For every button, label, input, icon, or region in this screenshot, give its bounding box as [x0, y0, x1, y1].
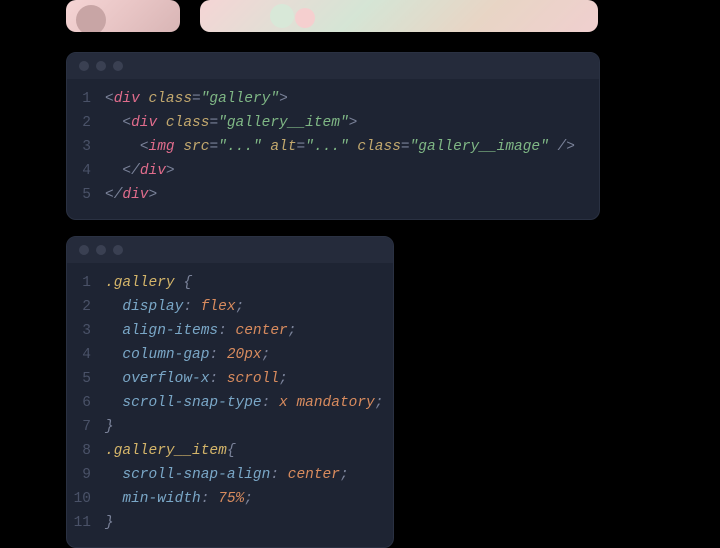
code-line[interactable]: 8.gallery__item{: [67, 439, 393, 463]
code-content: <img src="..." alt="..." class="gallery_…: [105, 135, 599, 159]
line-number: 3: [67, 135, 105, 159]
code-line[interactable]: 11}: [67, 511, 393, 535]
code-content: .gallery__item{: [105, 439, 393, 463]
line-number: 1: [67, 271, 105, 295]
code-line[interactable]: 3 <img src="..." alt="..." class="galler…: [67, 135, 599, 159]
code-line[interactable]: 1.gallery {: [67, 271, 393, 295]
window-titlebar: [67, 53, 599, 79]
code-content: <div class="gallery">: [105, 87, 599, 111]
html-code-body[interactable]: 1<div class="gallery">2 <div class="gall…: [67, 79, 599, 219]
code-line[interactable]: 7}: [67, 415, 393, 439]
window-titlebar: [67, 237, 393, 263]
code-line[interactable]: 5</div>: [67, 183, 599, 207]
traffic-light-minimize-icon[interactable]: [96, 245, 106, 255]
gallery-preview-strip: [0, 0, 720, 32]
line-number: 3: [67, 319, 105, 343]
line-number: 2: [67, 295, 105, 319]
line-number: 6: [67, 391, 105, 415]
code-line[interactable]: 2 <div class="gallery__item">: [67, 111, 599, 135]
code-line[interactable]: 6 scroll-snap-type: x mandatory;: [67, 391, 393, 415]
line-number: 8: [67, 439, 105, 463]
css-code-body[interactable]: 1.gallery {2 display: flex;3 align-items…: [67, 263, 393, 547]
line-number: 4: [67, 343, 105, 367]
code-content: min-width: 75%;: [105, 487, 393, 511]
code-line[interactable]: 3 align-items: center;: [67, 319, 393, 343]
code-line[interactable]: 2 display: flex;: [67, 295, 393, 319]
code-content: overflow-x: scroll;: [105, 367, 393, 391]
code-line[interactable]: 9 scroll-snap-align: center;: [67, 463, 393, 487]
code-line[interactable]: 10 min-width: 75%;: [67, 487, 393, 511]
code-line[interactable]: 4 </div>: [67, 159, 599, 183]
line-number: 11: [67, 511, 105, 535]
gallery-thumb-2[interactable]: [200, 0, 598, 32]
code-content: </div>: [105, 183, 599, 207]
traffic-light-minimize-icon[interactable]: [96, 61, 106, 71]
code-content: align-items: center;: [105, 319, 393, 343]
code-content: <div class="gallery__item">: [105, 111, 599, 135]
line-number: 5: [67, 183, 105, 207]
line-number: 9: [67, 463, 105, 487]
code-content: }: [105, 415, 393, 439]
traffic-light-zoom-icon[interactable]: [113, 245, 123, 255]
code-content: display: flex;: [105, 295, 393, 319]
traffic-light-close-icon[interactable]: [79, 61, 89, 71]
line-number: 10: [67, 487, 105, 511]
line-number: 1: [67, 87, 105, 111]
code-content: .gallery {: [105, 271, 393, 295]
code-content: scroll-snap-align: center;: [105, 463, 393, 487]
code-content: scroll-snap-type: x mandatory;: [105, 391, 393, 415]
code-line[interactable]: 1<div class="gallery">: [67, 87, 599, 111]
code-content: }: [105, 511, 393, 535]
html-code-window: 1<div class="gallery">2 <div class="gall…: [66, 52, 600, 220]
css-code-window: 1.gallery {2 display: flex;3 align-items…: [66, 236, 394, 548]
line-number: 2: [67, 111, 105, 135]
line-number: 5: [67, 367, 105, 391]
code-line[interactable]: 5 overflow-x: scroll;: [67, 367, 393, 391]
traffic-light-close-icon[interactable]: [79, 245, 89, 255]
code-line[interactable]: 4 column-gap: 20px;: [67, 343, 393, 367]
line-number: 7: [67, 415, 105, 439]
code-content: </div>: [105, 159, 599, 183]
line-number: 4: [67, 159, 105, 183]
code-content: column-gap: 20px;: [105, 343, 393, 367]
traffic-light-zoom-icon[interactable]: [113, 61, 123, 71]
gallery-thumb-1[interactable]: [66, 0, 180, 32]
